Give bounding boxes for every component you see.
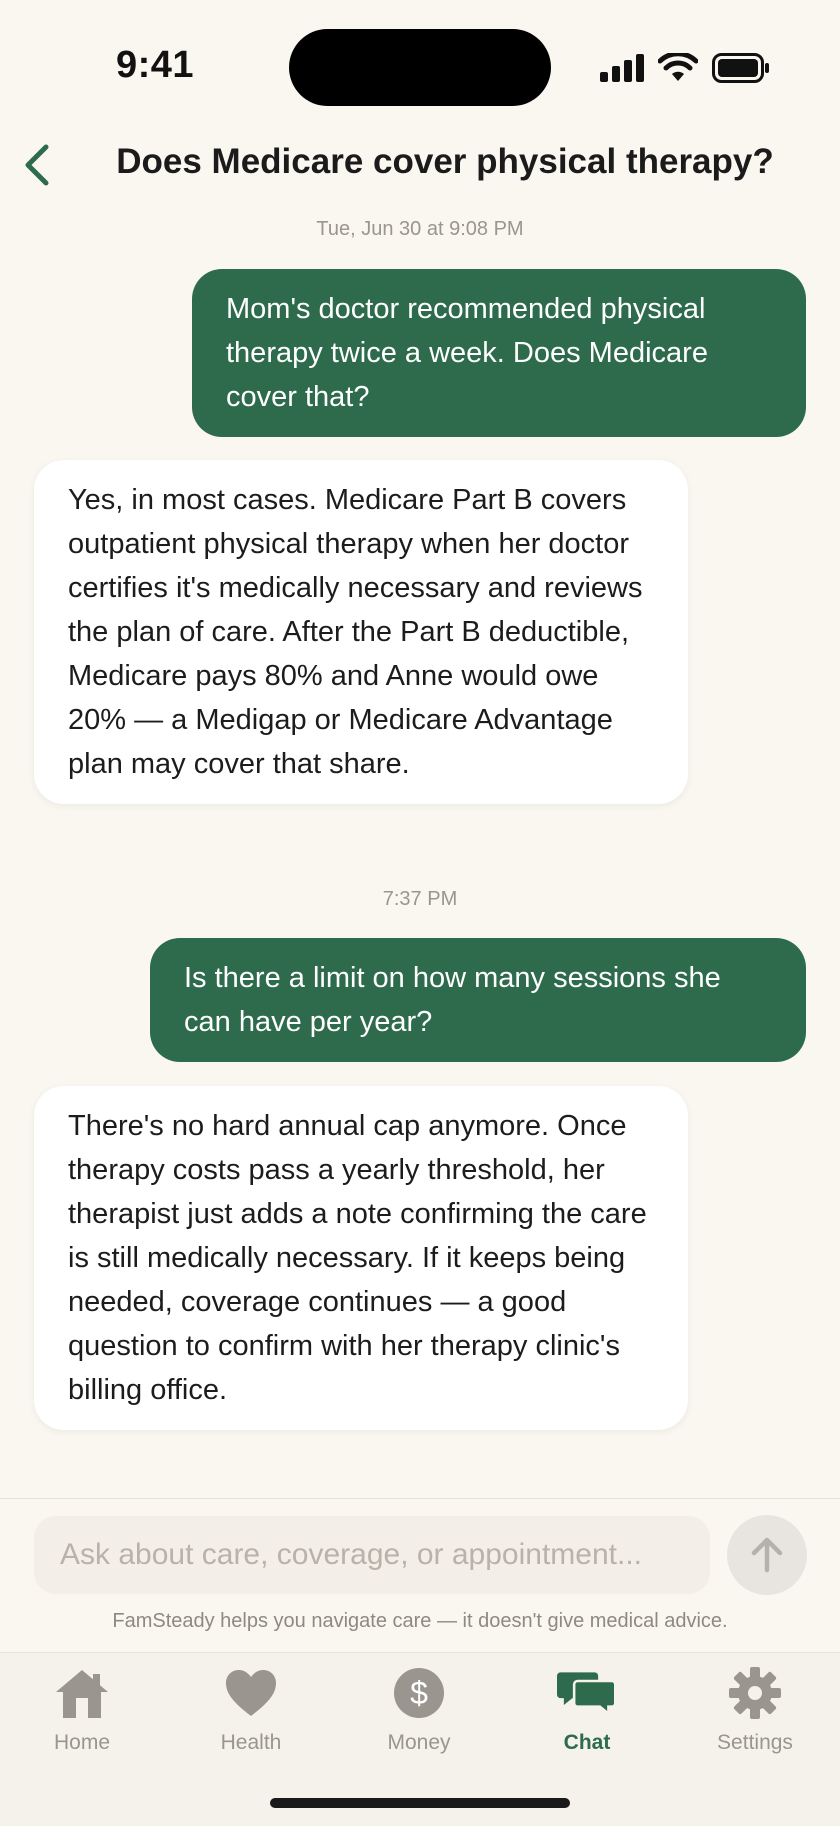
tab-label: Money [387, 1731, 451, 1754]
home-icon [56, 1670, 108, 1718]
status-time: 9:41 [116, 44, 195, 86]
message-input[interactable] [34, 1516, 710, 1594]
message-timestamp: Tue, Jun 30 at 9:08 PM [316, 218, 524, 240]
tab-chat[interactable]: Chat [527, 1663, 647, 1763]
assistant-message-bubble: Yes, in most cases. Medicare Part B cove… [34, 460, 688, 804]
disclaimer-text: FamSteady helps you navigate care — it d… [112, 1610, 728, 1632]
dynamic-island [289, 29, 551, 106]
user-message-bubble: Is there a limit on how many sessions sh… [150, 938, 806, 1062]
tab-money[interactable]: $ Money [359, 1663, 479, 1763]
header: Does Medicare cover physical therapy? [0, 130, 840, 200]
arrow-up-icon [751, 1537, 783, 1573]
assistant-message-bubble: There's no hard annual cap anymore. Once… [34, 1086, 688, 1430]
chat-bubbles-icon [557, 1672, 617, 1717]
tab-label: Chat [563, 1731, 611, 1754]
tab-settings[interactable]: Settings [695, 1663, 815, 1763]
tab-label: Settings [717, 1731, 793, 1754]
dollar-icon: $ [394, 1668, 444, 1718]
chevron-left-icon [25, 144, 49, 186]
message-timestamp: 7:37 PM [382, 888, 458, 910]
wifi-icon [658, 53, 698, 81]
gear-icon [729, 1667, 781, 1719]
page-title: Does Medicare cover physical therapy? [116, 142, 774, 181]
battery-icon [712, 53, 769, 83]
tab-label: Health [220, 1731, 282, 1754]
user-message-bubble: Mom's doctor recommended physical therap… [192, 269, 806, 437]
status-icons [600, 50, 770, 86]
chat-thread[interactable]: Tue, Jun 30 at 9:08 PM Mom's doctor reco… [0, 210, 840, 1500]
cellular-signal-icon [600, 54, 644, 82]
status-bar: 9:41 [0, 0, 840, 120]
send-button[interactable] [727, 1515, 807, 1595]
tab-home[interactable]: Home [22, 1663, 142, 1763]
back-button[interactable] [12, 138, 62, 192]
heart-icon [226, 1670, 276, 1716]
svg-text:$: $ [410, 1675, 428, 1711]
tab-health[interactable]: Health [191, 1663, 311, 1763]
home-indicator [270, 1798, 570, 1808]
composer-divider [0, 1498, 840, 1499]
tab-label: Home [53, 1731, 111, 1754]
